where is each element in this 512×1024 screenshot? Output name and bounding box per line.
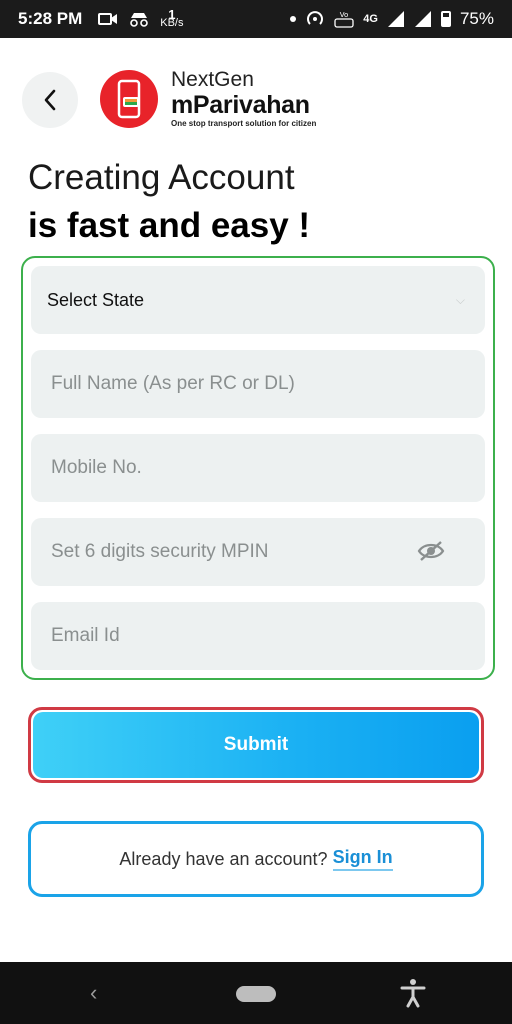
nav-home-pill[interactable] (236, 986, 276, 1002)
hotspot-icon (307, 11, 324, 25)
mobile-input[interactable]: Mobile No. (31, 434, 485, 502)
signin-prompt: Already have an account? (119, 848, 328, 869)
full-name-input[interactable]: Full Name (As per RC or DL) (31, 350, 485, 418)
chevron-left-icon (44, 89, 56, 111)
battery-icon (440, 11, 451, 27)
back-button[interactable] (22, 72, 78, 128)
email-input[interactable]: Email Id (31, 602, 485, 670)
signin-link[interactable]: Sign In (332, 847, 393, 871)
network-type: 4G (363, 13, 378, 25)
state-select-value: Select State (47, 289, 145, 310)
notification-dot-icon (290, 16, 297, 22)
mpin-placeholder: Set 6 digits security MPIN (51, 541, 269, 562)
email-placeholder: Email Id (51, 625, 120, 646)
brand-block: NextGen mParivahan One stop transport so… (171, 68, 316, 128)
status-left-icons: 1 KB/s (98, 8, 184, 29)
page-title: Creating Account (28, 158, 295, 197)
signal-icon (387, 11, 404, 27)
status-time: 5:28 PM (18, 9, 83, 28)
state-select[interactable]: Select State ⌵ (31, 266, 485, 334)
system-nav-bar: ‹ (0, 962, 512, 1024)
submit-button-frame: Submit (28, 707, 484, 783)
app-logo (100, 70, 158, 128)
incognito-icon (130, 13, 149, 27)
brand-name: mParivahan (171, 91, 310, 119)
submit-button[interactable]: Submit (33, 712, 479, 778)
volte-icon: Vo (334, 11, 354, 28)
brand-tagline: One stop transport solution for citizen (171, 119, 317, 128)
chevron-down-icon: ⌵ (455, 292, 465, 307)
accessibility-icon[interactable] (400, 978, 426, 1013)
full-name-placeholder: Full Name (As per RC or DL) (51, 373, 295, 394)
brand-top-text: NextGen (171, 68, 254, 91)
video-icon (98, 13, 118, 25)
signin-box: Already have an account? Sign In (28, 821, 484, 897)
status-bar: 5:28 PM 1 KB/s Vo 4G 75% (0, 0, 512, 38)
data-speed: 1 KB/s (160, 8, 184, 29)
phone-car-icon (117, 79, 141, 119)
battery-level: 75% (459, 9, 494, 28)
data-speed-unit: KB/s (160, 17, 184, 29)
nav-back-icon[interactable]: ‹ (90, 980, 97, 1006)
page-subtitle: is fast and easy ! (28, 206, 311, 245)
status-right-icons: Vo 4G 75% (290, 9, 494, 29)
signal-2-icon (414, 11, 431, 27)
svg-text:Vo: Vo (340, 11, 349, 19)
eye-off-icon[interactable] (417, 540, 445, 568)
registration-form: Select State ⌵ Full Name (As per RC or D… (21, 256, 495, 680)
mobile-placeholder: Mobile No. (51, 457, 142, 478)
mpin-input[interactable]: Set 6 digits security MPIN (31, 518, 485, 586)
